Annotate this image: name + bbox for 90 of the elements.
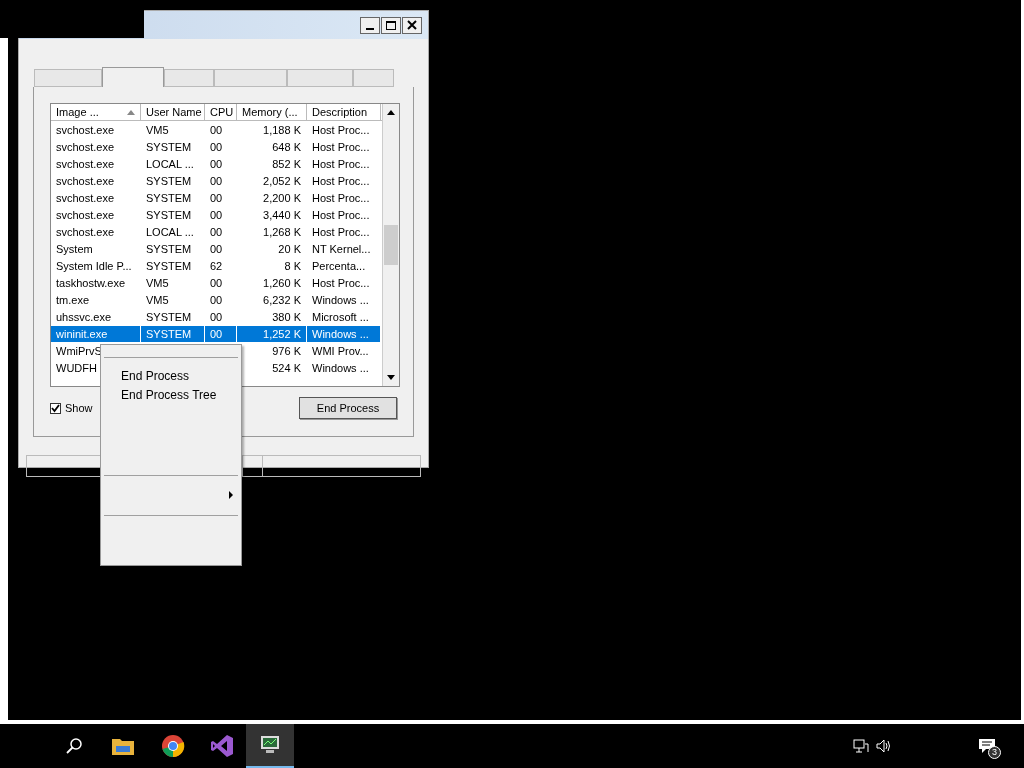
table-cell[interactable]: SYSTEM [141,240,204,257]
table-cell[interactable]: 1,252 K [237,325,306,342]
table-cell[interactable]: svchost.exe [51,172,140,189]
scrollbar-thumb[interactable] [384,225,398,265]
table-cell[interactable]: VM5 [141,291,204,308]
table-cell[interactable]: 62 [205,257,236,274]
column-header[interactable]: CPU [205,104,237,120]
table-cell[interactable]: 1,188 K [237,121,306,138]
table-cell[interactable]: uhssvc.exe [51,308,140,325]
table-cell[interactable]: 852 K [237,155,306,172]
table-cell[interactable]: wininit.exe [51,325,140,342]
table-cell[interactable]: NT Kernel... [307,240,380,257]
table-cell[interactable]: SYSTEM [141,172,204,189]
table-cell[interactable]: SYSTEM [141,138,204,155]
table-cell[interactable]: 00 [205,206,236,223]
checkbox[interactable] [50,402,61,414]
table-cell[interactable]: WMI Prov... [307,342,380,359]
column-header[interactable]: User Name [141,104,205,120]
table-cell[interactable]: 6,232 K [237,291,306,308]
table-cell[interactable]: 3,440 K [237,206,306,223]
table-cell[interactable]: 00 [205,138,236,155]
table-cell[interactable]: Host Proc... [307,138,380,155]
table-cell[interactable]: 648 K [237,138,306,155]
table-cell[interactable]: Host Proc... [307,274,380,291]
table-cell[interactable]: SYSTEM [141,308,204,325]
table-cell[interactable]: LOCAL ... [141,155,204,172]
table-cell[interactable]: Host Proc... [307,121,380,138]
table-cell[interactable]: 2,052 K [237,172,306,189]
table-cell[interactable]: svchost.exe [51,121,140,138]
table-cell[interactable]: Windows ... [307,359,380,376]
menu-item[interactable]: End Process [101,367,241,386]
table-cell[interactable]: 00 [205,274,236,291]
column-header[interactable]: Image ... [51,104,141,120]
table-cell[interactable]: 00 [205,223,236,240]
table-cell[interactable]: 00 [205,155,236,172]
table-cell[interactable]: Host Proc... [307,172,380,189]
table-cell[interactable]: svchost.exe [51,223,140,240]
table-cell[interactable]: 00 [205,308,236,325]
menu-item[interactable]: End Process Tree [101,386,241,405]
table-cell[interactable]: SYSTEM [141,189,204,206]
table-cell[interactable]: 00 [205,121,236,138]
table-cell[interactable]: WUDFH [51,359,102,376]
table-cell[interactable]: svchost.exe [51,206,140,223]
maximize-button[interactable] [381,16,401,34]
table-cell[interactable]: tm.exe [51,291,140,308]
table-cell[interactable]: 00 [205,291,236,308]
table-cell[interactable]: System [51,240,140,257]
table-cell[interactable]: Host Proc... [307,189,380,206]
close-button[interactable] [402,16,422,34]
table-cell[interactable]: Host Proc... [307,223,380,240]
table-cell[interactable]: LOCAL ... [141,223,204,240]
table-cell[interactable]: SYSTEM [141,206,204,223]
table-cell[interactable]: svchost.exe [51,189,140,206]
table-cell[interactable]: svchost.exe [51,155,140,172]
table-cell[interactable]: 8 K [237,257,306,274]
column-header[interactable]: Description [307,104,381,120]
table-cell[interactable]: SYSTEM [141,257,204,274]
table-cell[interactable]: 20 K [237,240,306,257]
table-cell[interactable]: SYSTEM [141,325,204,342]
scroll-down-icon [387,375,395,380]
table-cell[interactable]: 1,268 K [237,223,306,240]
checkbox-label: Show [65,400,93,416]
column-header[interactable]: Memory (... [237,104,307,120]
table-cell[interactable]: 00 [205,240,236,257]
table-cell[interactable]: VM5 [141,121,204,138]
table-cell[interactable]: Microsoft ... [307,308,380,325]
submenu-arrow-icon[interactable] [229,491,233,499]
table-cell[interactable]: Host Proc... [307,155,380,172]
table-cell[interactable]: 00 [205,172,236,189]
scroll-up-icon [387,110,395,115]
table-cell[interactable]: 00 [205,189,236,206]
sort-arrow-icon [127,109,135,115]
table-cell[interactable]: Windows ... [307,291,380,308]
scrollbar[interactable] [382,104,399,386]
minimize-button[interactable] [360,16,380,34]
table-cell[interactable]: System Idle P... [51,257,140,274]
end-process-button[interactable]: End Process [299,397,397,419]
table-cell[interactable]: svchost.exe [51,138,140,155]
table-cell[interactable]: Windows ... [307,325,380,342]
table-cell[interactable]: VM5 [141,274,204,291]
close-icon [407,20,417,30]
table-cell[interactable]: 380 K [237,308,306,325]
monitor-icon[interactable] [246,724,294,768]
table-cell[interactable]: 1,260 K [237,274,306,291]
table-cell[interactable]: Host Proc... [307,206,380,223]
table-cell[interactable]: 2,200 K [237,189,306,206]
notification-badge: 3 [988,746,1001,759]
table-cell[interactable]: taskhostw.exe [51,274,140,291]
table-cell[interactable]: Percenta... [307,257,380,274]
table-cell[interactable]: 00 [205,325,236,342]
